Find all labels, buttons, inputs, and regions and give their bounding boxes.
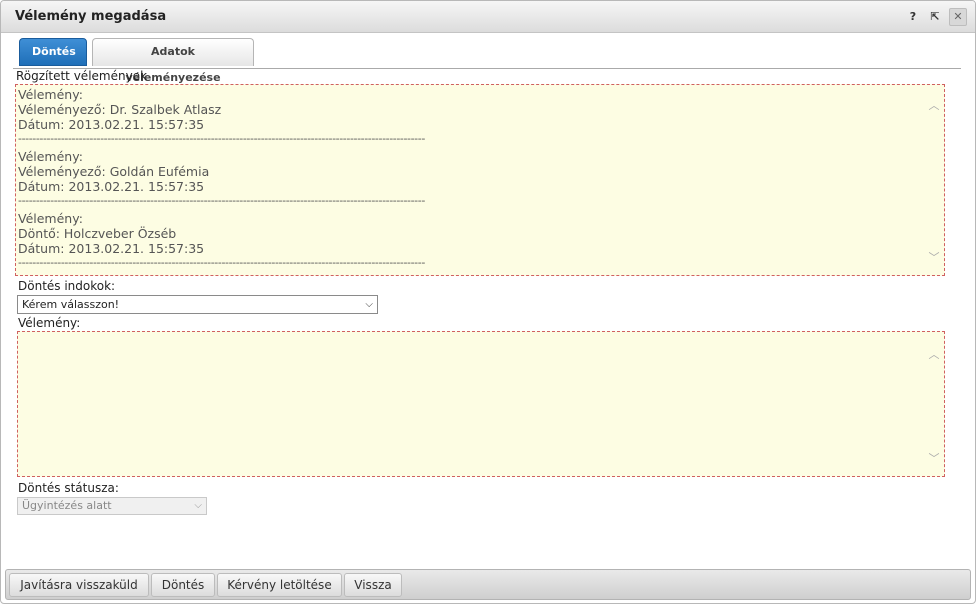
- decision-status-select: Ügyintézés alatt ⌵: [17, 497, 207, 515]
- close-icon[interactable]: ✕: [949, 8, 967, 26]
- decision-reasons-select[interactable]: Kérem válasszon! ⌵: [17, 295, 378, 314]
- opinion-entry-heading: Vélemény:: [18, 149, 83, 164]
- tab-bar: Döntés Adatok véleményezése: [13, 38, 961, 84]
- title-bar: Vélemény megadása ? ⇱ ✕: [1, 1, 975, 33]
- opinion-entry-reviewer: Véleményező: Dr. Szalbek Atlasz: [18, 102, 222, 117]
- dialog-window: Vélemény megadása ? ⇱ ✕ Döntés Adatok vé…: [0, 0, 976, 604]
- opinion-entry-reviewer: Véleményező: Goldán Eufémia: [18, 164, 210, 179]
- download-application-button[interactable]: Kérvény letöltése: [217, 573, 342, 597]
- opinion-entry-date: Dátum: 2013.02.21. 15:57:35: [18, 117, 205, 132]
- scroll-down-icon[interactable]: ﹀: [928, 249, 940, 264]
- opinion-entry-date: Dátum: 2013.02.21. 15:57:35: [18, 241, 205, 256]
- recorded-opinions-label: Rögzített vélemények: [16, 69, 148, 83]
- tab-decision[interactable]: Döntés: [19, 38, 87, 66]
- recorded-opinions-textarea[interactable]: Vélemény: Véleményező: Dr. Szalbek Atlas…: [15, 84, 945, 276]
- opinion-entry-heading: Vélemény:: [18, 87, 83, 102]
- popout-icon[interactable]: ⇱: [927, 9, 943, 25]
- scroll-up-icon[interactable]: ︿: [928, 97, 940, 112]
- opinion-entry: Vélemény: Véleményező: Goldán Eufémia Dá…: [18, 149, 942, 207]
- footer-toolbar: Javításra visszaküld Döntés Kérvény letö…: [5, 569, 971, 600]
- back-button[interactable]: Vissza: [344, 573, 402, 597]
- opinion-separator: ----------------------------------------…: [18, 194, 425, 207]
- tab-review-data[interactable]: Adatok véleményezése: [92, 38, 254, 84]
- decision-reasons-selected: Kérem válasszon!: [22, 298, 120, 311]
- scroll-down-icon[interactable]: ﹀: [928, 450, 940, 465]
- decision-status-selected: Ügyintézés alatt: [22, 499, 112, 512]
- help-icon[interactable]: ?: [905, 9, 921, 25]
- opinion-separator: ----------------------------------------…: [18, 132, 425, 145]
- window-title: Vélemény megadása: [15, 9, 167, 24]
- opinion-entry-heading: Vélemény:: [18, 211, 83, 226]
- scroll-up-icon[interactable]: ︿: [928, 346, 940, 361]
- opinion-entry-decider: Döntő: Holczveber Özséb: [18, 226, 177, 241]
- decision-reasons-label: Döntés indokok:: [18, 279, 116, 293]
- decision-button[interactable]: Döntés: [151, 573, 215, 597]
- opinion-entry: Vélemény: Döntő: Holczveber Özséb Dátum:…: [18, 211, 942, 269]
- return-for-correction-button[interactable]: Javításra visszaküld: [9, 573, 149, 597]
- opinion-label: Vélemény:: [18, 316, 81, 330]
- decision-status-label: Döntés státusza:: [18, 481, 119, 495]
- opinion-entry: Vélemény: Véleményező: Dr. Szalbek Atlas…: [18, 87, 942, 145]
- chevron-down-icon: ⌵: [194, 500, 202, 511]
- opinion-entry-date: Dátum: 2013.02.21. 15:57:35: [18, 179, 205, 194]
- opinion-textarea[interactable]: ︿ ﹀: [17, 331, 945, 477]
- chevron-down-icon: ⌵: [365, 299, 373, 310]
- opinion-separator: ----------------------------------------…: [18, 256, 425, 269]
